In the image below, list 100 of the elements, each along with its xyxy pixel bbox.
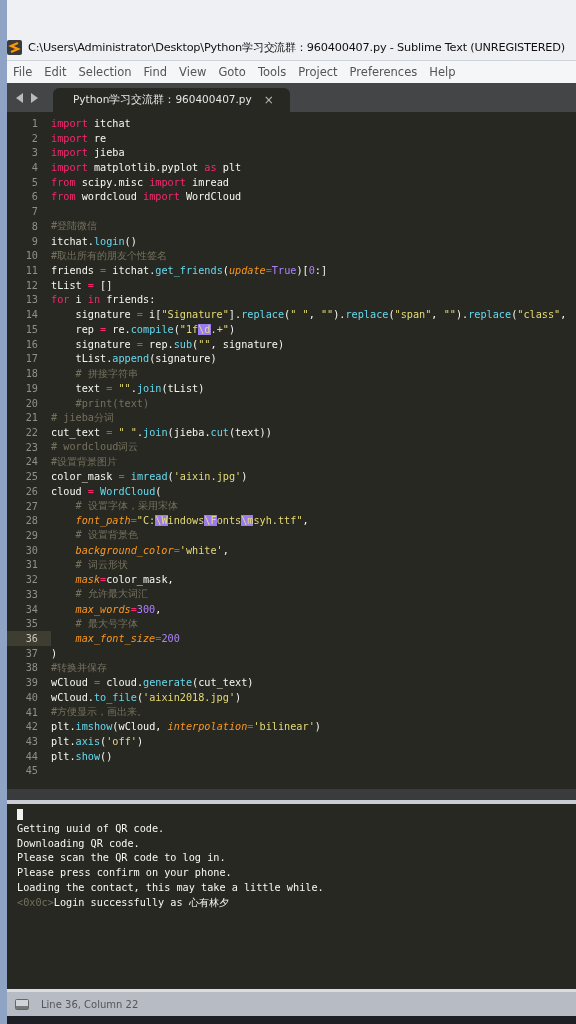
code-line: rep = re.compile("1f\d.+") — [75, 323, 236, 335]
code-line: max_words=300, — [75, 603, 162, 615]
line-number: 35 — [24, 617, 39, 632]
line-number: 1 — [30, 116, 39, 131]
code-line: itchat.login() — [51, 235, 137, 247]
line-number: 41 — [24, 705, 39, 720]
menu-item[interactable]: Tools — [251, 65, 293, 79]
code-line: #取出所有的朋友个性签名 — [51, 248, 168, 263]
line-number: 36 — [7, 631, 51, 646]
code-line: from wordcloud import WordCloud — [51, 191, 242, 203]
line-number: 5 — [30, 175, 39, 190]
code-line: signature = i["Signature"].replace(" ", "").replace("span", "").replace("class", — [75, 309, 567, 321]
line-number: 11 — [24, 264, 39, 278]
code-line: import re — [51, 132, 107, 144]
line-number: 32 — [24, 573, 39, 587]
line-number: 25 — [24, 470, 39, 484]
panel-icon[interactable] — [15, 998, 29, 1010]
line-number: 23 — [24, 440, 39, 455]
line-number: 29 — [24, 529, 39, 543]
line-number: 44 — [24, 749, 39, 764]
line-number: 8 — [30, 219, 39, 234]
line-number: 9 — [30, 234, 39, 249]
line-number: 10 — [24, 249, 39, 264]
menu-item[interactable]: Goto — [212, 65, 252, 79]
menu-item[interactable]: Edit — [38, 65, 73, 79]
code-line: signature = rep.sub("", signature) — [75, 338, 285, 350]
code-line: #print(text) — [75, 397, 150, 409]
line-number: 30 — [24, 543, 39, 558]
console-line: <0x0c>Login successfully as 心有林夕 — [17, 896, 230, 911]
code-line: wCloud.to_file('aixin2018.jpg') — [51, 691, 242, 703]
app-logo-icon — [7, 39, 22, 55]
console-line: Please scan the QR code to log in. — [17, 852, 227, 866]
code-line: mask=color_mask, — [75, 574, 174, 586]
code-line: # 设置背景色 — [75, 528, 138, 543]
line-number: 28 — [24, 514, 39, 529]
line-number: 17 — [24, 352, 39, 367]
menu-item[interactable]: Help — [423, 65, 462, 79]
line-number: 22 — [24, 425, 39, 440]
console-line: Downloading QR code. — [17, 837, 141, 851]
line-number: 15 — [24, 322, 39, 337]
code-line: cloud = WordCloud( — [51, 485, 162, 497]
code-line: # 最大号字体 — [75, 616, 138, 631]
line-number: 18 — [24, 367, 39, 381]
code-line: text = "".join(tList) — [75, 382, 205, 394]
line-number: 26 — [24, 484, 39, 499]
code-line: friends = itchat.get_friends(update=True)[0:] — [51, 265, 328, 277]
window-title: C:\Users\Administrator\Desktop\Python学习交流群：960400407.py - Sublime Text (UNREGISTERED) — [28, 39, 565, 55]
code-line: # 拼接字符串 — [75, 366, 138, 381]
code-line: #转换并保存 — [51, 660, 108, 675]
line-number: 27 — [24, 499, 39, 514]
menu-item[interactable]: View — [173, 65, 213, 79]
line-number: 19 — [24, 381, 39, 396]
line-number: 16 — [24, 337, 39, 352]
code-line: plt.show() — [51, 750, 113, 762]
line-number: 42 — [24, 720, 39, 735]
code-line: max_font_size=200 — [75, 633, 180, 644]
code-line: import itchat — [51, 117, 131, 129]
code-line: # 词云形状 — [75, 557, 128, 572]
panel-splitter[interactable] — [7, 789, 576, 804]
menu-item[interactable]: Project — [292, 65, 344, 79]
status-text: Line 36, Column 22 — [41, 998, 139, 1010]
code-line: ) — [51, 647, 58, 659]
console-line: Please press confirm on your phone. — [17, 867, 233, 881]
code-line: # wordcloud词云 — [51, 440, 139, 455]
text-cursor — [17, 809, 23, 820]
line-number: 12 — [24, 278, 39, 293]
code-line: tList.append(signature) — [75, 353, 217, 365]
navigation-arrows-icon[interactable] — [15, 93, 39, 103]
code-line: #方便显示，画出来。 — [51, 705, 148, 720]
line-number: 33 — [24, 587, 39, 602]
line-number: 37 — [24, 646, 39, 661]
code-line: import matplotlib.pyplot as plt — [51, 162, 242, 173]
line-number: 38 — [24, 661, 39, 676]
code-line: plt.axis('off') — [51, 736, 144, 748]
code-line: wCloud = cloud.generate(cut_text) — [51, 677, 254, 689]
code-line: #设置背景图片 — [51, 454, 118, 469]
console-line: Getting uuid of QR code. — [17, 823, 166, 836]
line-number: 6 — [30, 190, 39, 205]
line-number: 13 — [24, 293, 39, 308]
code-line: # 设置字体，采用宋体 — [75, 499, 178, 514]
line-number: 45 — [24, 764, 39, 779]
code-line: cut_text = " ".join(jieba.cut(text)) — [51, 426, 272, 438]
code-line: #登陆微信 — [51, 219, 98, 234]
console-line: Loading the contact, this may take a little while. — [17, 881, 325, 895]
editor-tab[interactable]: Python学习交流群：960400407.py × — [53, 88, 290, 112]
line-number: 20 — [24, 396, 39, 411]
menu-item[interactable]: Find — [137, 65, 174, 79]
code-line: background_color='white', — [75, 544, 229, 556]
close-icon[interactable]: × — [263, 93, 274, 107]
line-number: 31 — [24, 558, 39, 573]
code-line: # 允许最大词汇 — [75, 587, 148, 602]
line-number: 34 — [24, 602, 39, 617]
menu-item[interactable]: Preferences — [343, 65, 424, 79]
code-line: color_mask = imread('aixin.jpg') — [51, 471, 248, 483]
code-line: # jieba分词 — [51, 410, 114, 425]
line-number: 24 — [24, 455, 39, 470]
code-line: from scipy.misc import imread — [51, 176, 229, 188]
menu-item[interactable]: File — [7, 65, 39, 79]
code-line: plt.imshow(wCloud, interpolation='bilinear') — [51, 721, 321, 733]
menu-item[interactable]: Selection — [72, 65, 138, 79]
